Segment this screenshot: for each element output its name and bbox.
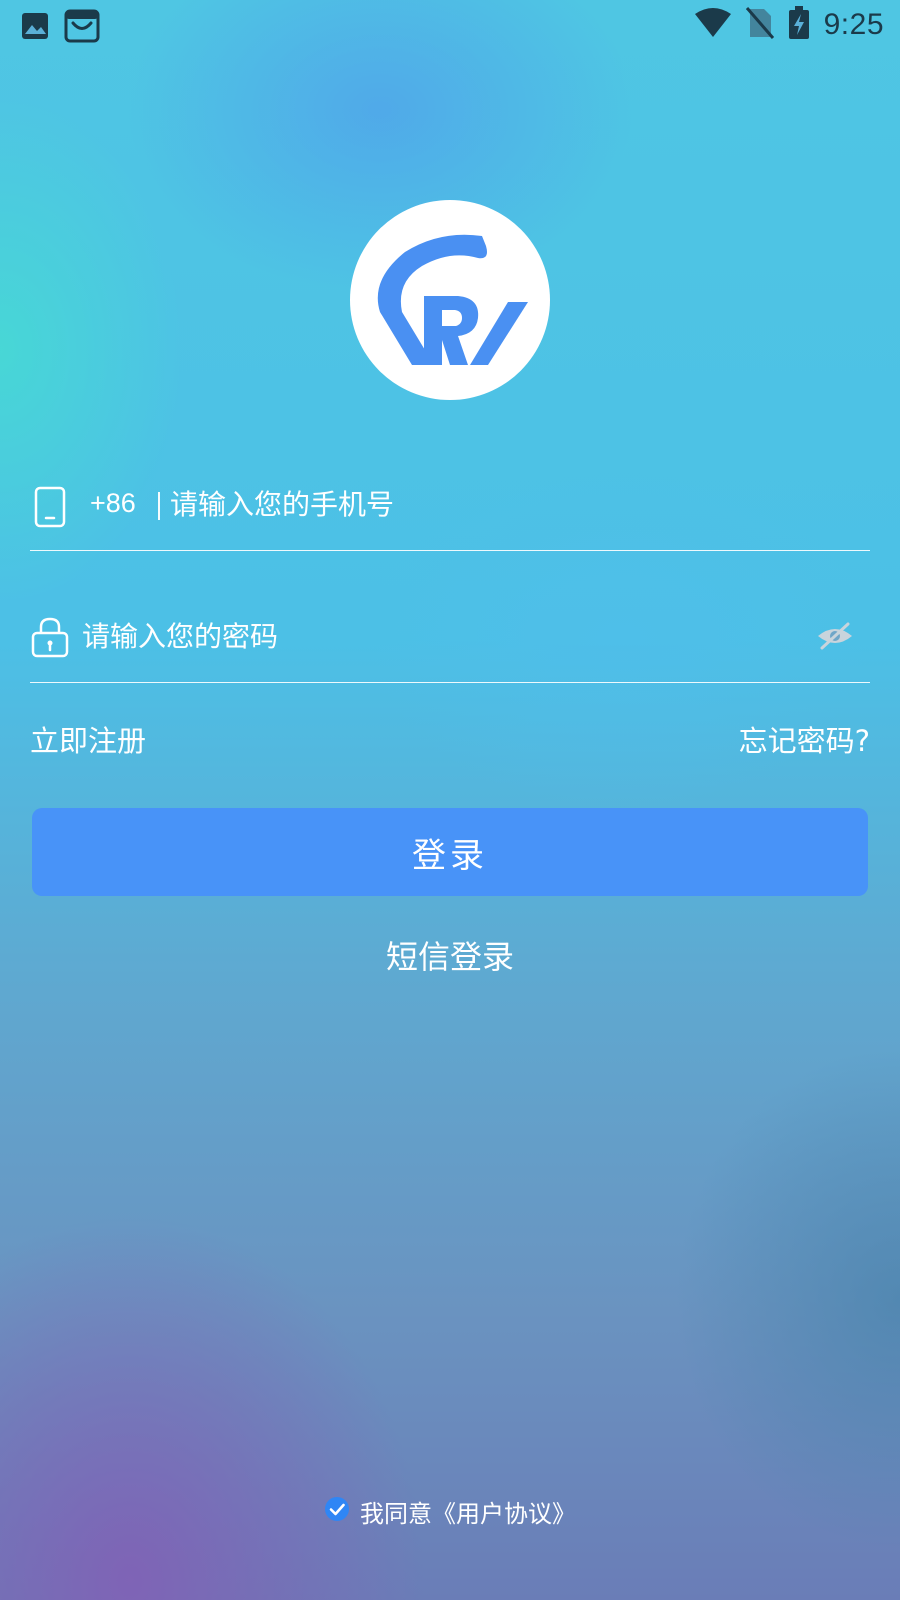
eye-off-icon[interactable] [816, 622, 854, 654]
checkbox-checked-icon[interactable] [324, 1496, 350, 1528]
battery-charging-icon [788, 6, 810, 44]
gallery-icon [20, 11, 50, 45]
wifi-icon [694, 8, 732, 42]
country-code-divider [158, 492, 160, 520]
sms-login-link[interactable]: 短信登录 [0, 932, 900, 978]
user-agreement: 我同意《用户协议》 [0, 1494, 900, 1529]
register-link[interactable]: 立即注册 [30, 718, 146, 760]
app-logo-mark [377, 234, 528, 365]
country-code[interactable]: +86 [90, 488, 136, 519]
phone-number-input[interactable] [170, 482, 850, 526]
forgot-password-link[interactable]: 忘记密码? [739, 718, 870, 760]
login-button[interactable]: 登录 [32, 808, 868, 896]
no-sim-icon [745, 7, 774, 43]
status-bar: 9:25 [0, 0, 900, 48]
user-agreement-link[interactable]: 《用户协议》 [432, 1500, 576, 1528]
status-bar-left [20, 8, 100, 48]
account-links: 立即注册 忘记密码? [30, 718, 870, 762]
phone-field: +86 [30, 460, 870, 551]
app-logo [350, 200, 550, 400]
password-input[interactable] [82, 614, 762, 658]
password-field [30, 592, 870, 683]
status-bar-time: 9:25 [823, 8, 884, 41]
lock-icon [30, 616, 70, 662]
phone-icon [34, 486, 66, 532]
shopping-bag-icon [64, 8, 100, 48]
status-bar-right: 9:25 [694, 6, 884, 44]
agreement-prefix: 我同意 [360, 1500, 432, 1528]
